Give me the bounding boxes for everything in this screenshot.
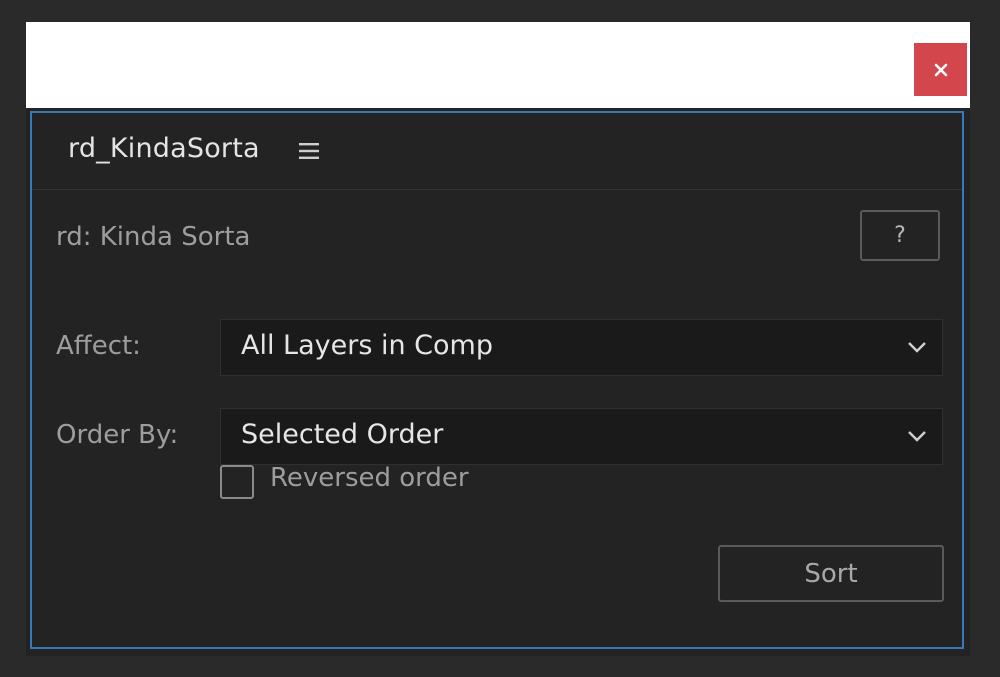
order-by-dropdown[interactable]: Selected Order	[220, 408, 943, 465]
chevron-down-icon	[908, 431, 926, 442]
script-title: rd: Kinda Sorta	[56, 222, 251, 252]
close-icon	[934, 63, 947, 76]
order-by-label: Order By:	[56, 420, 179, 450]
affect-dropdown[interactable]: All Layers in Comp	[220, 319, 943, 376]
script-window: rd_KindaSorta rd: Kinda Sorta ? Affect: …	[26, 22, 970, 656]
help-button[interactable]: ?	[860, 210, 940, 261]
close-button[interactable]	[914, 43, 967, 96]
chevron-down-icon	[908, 342, 926, 353]
order-by-selected-value: Selected Order	[241, 419, 444, 450]
window-titlebar[interactable]	[26, 22, 970, 108]
hamburger-menu-icon[interactable]	[298, 140, 320, 162]
reversed-order-checkbox[interactable]	[220, 465, 254, 499]
affect-label: Affect:	[56, 331, 141, 361]
script-panel: rd_KindaSorta rd: Kinda Sorta ? Affect: …	[30, 111, 964, 649]
sort-button[interactable]: Sort	[718, 545, 944, 602]
affect-selected-value: All Layers in Comp	[241, 330, 493, 361]
panel-tab-title[interactable]: rd_KindaSorta	[68, 133, 260, 164]
reversed-order-label[interactable]: Reversed order	[270, 463, 469, 493]
panel-header: rd_KindaSorta	[32, 113, 962, 190]
